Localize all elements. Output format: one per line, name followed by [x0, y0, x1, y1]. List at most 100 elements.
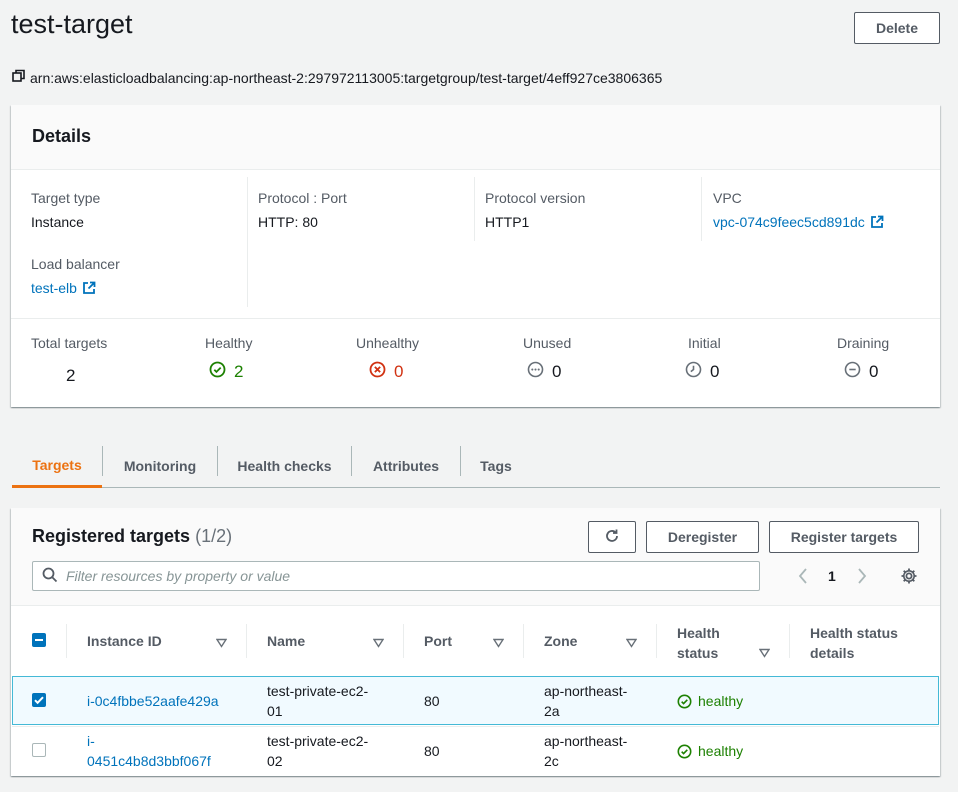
row-checkbox[interactable]: [32, 743, 46, 757]
initial-value: 0: [710, 362, 720, 381]
health-status-cell: healthy: [677, 691, 743, 711]
external-link-icon[interactable]: [82, 281, 96, 298]
column-health-details-line2: details: [810, 645, 855, 661]
zone-line2: 2c: [544, 753, 559, 769]
column-health-status-line2: status: [677, 645, 719, 661]
copy-icon[interactable]: [12, 69, 26, 86]
details-card: Details Target type Instance Protocol : …: [11, 105, 940, 407]
protocol-port-label: Protocol : Port: [258, 190, 347, 206]
tab-health-checks[interactable]: Health checks: [218, 444, 351, 488]
instance-name-line2: 02: [267, 753, 283, 769]
register-targets-button[interactable]: Register targets: [769, 521, 919, 553]
zone-cell: ap-northeast- 2c: [544, 731, 627, 771]
registered-targets-heading: Registered targets: [32, 526, 191, 546]
caret-down-icon[interactable]: [215, 635, 228, 651]
draining-count: 0: [844, 361, 878, 383]
details-header: Details: [11, 105, 940, 170]
column-separator: [403, 624, 404, 658]
chevron-right-icon[interactable]: [856, 567, 868, 588]
registered-targets-count: (1/2): [195, 526, 233, 546]
tab-attributes[interactable]: Attributes: [352, 444, 460, 488]
initial-count: 0: [685, 361, 719, 383]
page-title: test-target: [11, 9, 133, 39]
external-link-icon[interactable]: [870, 215, 884, 232]
total-targets-label: Total targets: [31, 335, 108, 351]
draining-label: Draining: [837, 335, 890, 351]
column-zone[interactable]: Zone: [544, 633, 577, 649]
select-all-checkbox[interactable]: [32, 633, 46, 647]
port-cell: 80: [424, 693, 440, 709]
caret-down-icon[interactable]: [758, 645, 771, 661]
unhealthy-label: Unhealthy: [356, 335, 420, 351]
clock-icon: [685, 361, 702, 383]
search-box: [32, 561, 760, 591]
unused-label: Unused: [523, 335, 572, 351]
instance-name-line1: test-private-ec2-: [267, 733, 369, 749]
page-number[interactable]: 1: [828, 568, 836, 584]
zone-line2: 2a: [544, 703, 560, 719]
column-port[interactable]: Port: [424, 633, 452, 649]
tab-tags[interactable]: Tags: [461, 444, 531, 488]
divider: [701, 177, 702, 241]
tab-monitoring[interactable]: Monitoring: [103, 444, 217, 488]
draining-value: 0: [869, 362, 879, 381]
protocol-port-value: HTTP: 80: [258, 214, 318, 230]
refresh-button[interactable]: [588, 521, 636, 553]
health-status-text: healthy: [698, 693, 744, 709]
check-circle-icon: [677, 694, 692, 709]
gear-icon[interactable]: [900, 567, 918, 588]
vpc-link[interactable]: vpc-074c9feec5cd891dc: [713, 214, 865, 230]
instance-id-link-line2[interactable]: 0451c4b8d3bbf067f: [87, 751, 211, 771]
minus-circle-icon: [844, 361, 861, 383]
arn-row: arn:aws:elasticloadbalancing:ap-northeas…: [12, 69, 662, 86]
delete-button[interactable]: Delete: [854, 12, 940, 44]
check-circle-icon: [209, 361, 226, 383]
unused-count: 0: [527, 361, 561, 383]
column-health-status[interactable]: Health status: [677, 623, 720, 663]
tab-targets[interactable]: Targets: [12, 444, 102, 488]
deregister-button[interactable]: Deregister: [646, 521, 759, 553]
unhealthy-count: 0: [369, 361, 403, 383]
zone-line1: ap-northeast-: [544, 733, 628, 749]
instance-id-cell: i- 0451c4b8d3bbf067f: [87, 731, 211, 771]
arn-text: arn:aws:elasticloadbalancing:ap-northeas…: [30, 69, 663, 86]
column-instance-id[interactable]: Instance ID: [87, 633, 162, 649]
chevron-left-icon[interactable]: [797, 567, 809, 588]
instance-name-line1: test-private-ec2-: [267, 683, 369, 699]
healthy-label: Healthy: [205, 335, 253, 351]
details-heading: Details: [32, 126, 92, 146]
column-separator: [66, 624, 67, 658]
vpc-link-wrap: vpc-074c9feec5cd891dc: [713, 214, 884, 232]
load-balancer-link-wrap: test-elb: [31, 280, 96, 298]
instance-id-link-line1[interactable]: i-: [87, 731, 211, 751]
column-separator: [789, 624, 790, 658]
total-targets-value: 2: [66, 366, 76, 385]
load-balancer-link[interactable]: test-elb: [31, 280, 77, 296]
caret-down-icon[interactable]: [625, 635, 638, 651]
column-separator: [523, 624, 524, 658]
registered-targets-heading-wrap: Registered targets (1/2): [32, 526, 232, 547]
target-type-label: Target type: [31, 190, 101, 206]
caret-down-icon[interactable]: [492, 635, 505, 651]
column-health-details[interactable]: Health status details: [810, 623, 898, 663]
zone-line1: ap-northeast-: [544, 683, 628, 699]
search-icon: [42, 567, 58, 586]
row-checkbox[interactable]: [32, 693, 46, 707]
vpc-label: VPC: [713, 190, 742, 206]
column-separator: [246, 624, 247, 658]
initial-label: Initial: [688, 335, 721, 351]
instance-id-link[interactable]: i-0c4fbbe52aafe429a: [87, 691, 219, 711]
instance-name-line2: 01: [267, 703, 283, 719]
check-circle-icon: [677, 744, 692, 759]
health-status-cell: healthy: [677, 741, 743, 761]
row-divider: [12, 726, 939, 727]
load-balancer-label: Load balancer: [31, 256, 120, 272]
health-status-text: healthy: [698, 743, 744, 759]
tab-bar: Targets Monitoring Health checks Attribu…: [12, 444, 940, 488]
caret-down-icon[interactable]: [372, 635, 385, 651]
target-type-value: Instance: [31, 214, 84, 230]
instance-name: test-private-ec2- 01: [267, 681, 368, 721]
dots-circle-icon: [527, 361, 544, 383]
search-input[interactable]: [66, 568, 716, 584]
column-name[interactable]: Name: [267, 633, 305, 649]
